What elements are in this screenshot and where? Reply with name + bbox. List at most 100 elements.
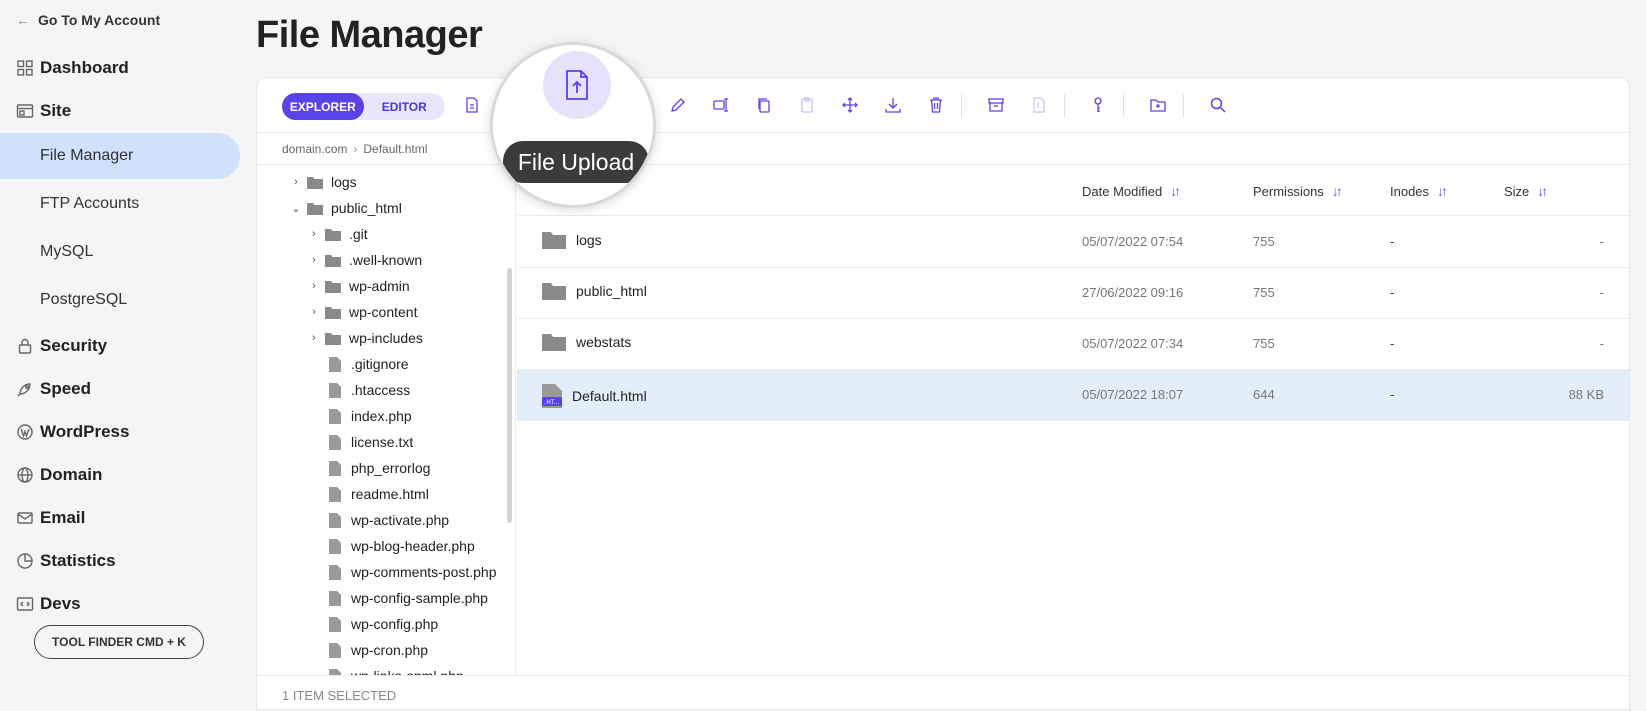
- tree-file[interactable]: index.php: [307, 404, 412, 428]
- chevron-right-icon[interactable]: ›: [307, 254, 321, 266]
- folder-icon: [321, 228, 349, 241]
- tree-folder[interactable]: › wp-content: [307, 300, 417, 324]
- nav-dashboard[interactable]: Dashboard: [16, 58, 129, 78]
- sidebar-item-postgresql[interactable]: PostgreSQL: [0, 277, 240, 323]
- nav-security[interactable]: Security: [16, 336, 107, 356]
- chevron-right-icon[interactable]: ›: [289, 176, 303, 188]
- chevron-right-icon[interactable]: ›: [307, 332, 321, 344]
- column-label: Size: [1504, 183, 1530, 199]
- tree-folder[interactable]: ⌄ public_html: [289, 196, 401, 220]
- tool-finder-button[interactable]: TOOL FINDER CMD + K: [34, 625, 204, 659]
- chevron-right-icon[interactable]: ›: [307, 280, 321, 292]
- chevron-down-icon[interactable]: ⌄: [289, 202, 303, 215]
- extract-icon[interactable]: [1028, 94, 1050, 116]
- file-name: public_html: [576, 283, 647, 299]
- tree-file[interactable]: .gitignore: [307, 352, 409, 376]
- sort-icon: ↓↑: [1437, 183, 1448, 199]
- tab-explorer[interactable]: EXPLORER: [282, 93, 364, 120]
- nav-statistics[interactable]: Statistics: [16, 551, 116, 571]
- folder-icon: [321, 280, 349, 293]
- nav-email[interactable]: Email: [16, 508, 85, 528]
- file-icon: [321, 434, 351, 450]
- modified-cell: 05/07/2022 18:07: [1082, 387, 1184, 402]
- tree-item-label: .gitignore: [351, 356, 409, 372]
- sidebar-item-file-manager[interactable]: File Manager: [0, 133, 240, 179]
- sidebar-item-ftp-accounts[interactable]: FTP Accounts: [0, 181, 240, 227]
- table-row[interactable]: webstats 05/07/2022 07:34 755 - -: [517, 319, 1629, 370]
- tree-file[interactable]: readme.html: [307, 482, 429, 506]
- pie-chart-icon: [17, 553, 33, 569]
- edit-icon[interactable]: [667, 94, 689, 116]
- chevron-right-icon[interactable]: ›: [307, 306, 321, 318]
- sidebar-item-label: PostgreSQL: [40, 291, 128, 308]
- nav-domain[interactable]: Domain: [16, 465, 102, 485]
- delete-icon[interactable]: [925, 94, 947, 116]
- breadcrumb-item[interactable]: domain.com: [282, 142, 347, 156]
- tree-file[interactable]: php_errorlog: [307, 456, 430, 480]
- nav-site[interactable]: Site: [16, 101, 71, 121]
- mail-icon: [17, 512, 33, 524]
- search-icon[interactable]: [1207, 94, 1229, 116]
- tree-folder[interactable]: › wp-includes: [307, 326, 423, 350]
- table-row[interactable]: .HT... Default.html 05/07/2022 18:07 644 - 88…: [517, 370, 1629, 421]
- column-permissions[interactable]: Permissions ↓↑: [1253, 183, 1343, 199]
- tree-file[interactable]: wp-config.php: [307, 612, 438, 636]
- file-icon: [321, 382, 351, 398]
- tree-file[interactable]: wp-activate.php: [307, 508, 449, 532]
- paste-icon[interactable]: [796, 94, 818, 116]
- column-label: Inodes: [1390, 183, 1430, 199]
- tree-file[interactable]: .htaccess: [307, 378, 410, 402]
- tree-file[interactable]: wp-links-opml.php: [307, 664, 464, 675]
- breadcrumb-item[interactable]: Default.html: [363, 142, 427, 156]
- chevron-right-icon[interactable]: ›: [307, 228, 321, 240]
- column-inodes[interactable]: Inodes ↓↑: [1390, 183, 1448, 199]
- go-to-account-link[interactable]: ← Go To My Account: [16, 12, 160, 28]
- nav-speed[interactable]: Speed: [16, 379, 91, 399]
- rename-icon[interactable]: [710, 94, 732, 116]
- tree-file[interactable]: wp-cron.php: [307, 638, 428, 662]
- archive-icon[interactable]: [985, 94, 1007, 116]
- modified-cell: 05/07/2022 07:34: [1082, 336, 1184, 351]
- toolbar-divider: [1183, 94, 1184, 118]
- tab-editor[interactable]: EDITOR: [364, 93, 446, 120]
- tree-item-label: wp-content: [349, 304, 418, 320]
- copy-icon[interactable]: [753, 94, 775, 116]
- nav-email-label: Email: [40, 508, 86, 527]
- globe-icon: [17, 467, 33, 483]
- tree-file[interactable]: license.txt: [307, 430, 413, 454]
- tree-file[interactable]: wp-comments-post.php: [307, 560, 497, 584]
- file-upload-button[interactable]: [543, 51, 611, 119]
- folder-icon: [542, 232, 566, 249]
- tree-folder[interactable]: › .well-known: [307, 248, 422, 272]
- table-row[interactable]: public_html 27/06/2022 09:16 755 - -: [517, 268, 1629, 319]
- tree-file[interactable]: wp-config-sample.php: [307, 586, 488, 610]
- file-icon: [321, 408, 351, 424]
- folder-icon: [303, 176, 331, 189]
- file-name: webstats: [576, 334, 632, 350]
- folder-icon: [542, 334, 566, 351]
- wordpress-icon: [17, 424, 33, 440]
- column-size[interactable]: Size ↓↑: [1504, 183, 1548, 199]
- tree-folder[interactable]: › .git: [307, 222, 368, 246]
- tree-folder[interactable]: › logs: [289, 170, 357, 194]
- sidebar-item-mysql[interactable]: MySQL: [0, 229, 240, 275]
- table-row[interactable]: logs 05/07/2022 07:54 755 - -: [517, 217, 1629, 268]
- new-file-icon[interactable]: [461, 94, 483, 116]
- folder-icon: [321, 306, 349, 319]
- tree-file[interactable]: wp-blog-header.php: [307, 534, 475, 558]
- sort-icon: ↓↑: [1537, 183, 1548, 199]
- column-date-modified[interactable]: Date Modified ↓↑: [1082, 183, 1181, 199]
- page-title: File Manager: [256, 14, 483, 56]
- tree-scrollbar[interactable]: [507, 268, 512, 523]
- nav-domain-label: Domain: [40, 465, 103, 484]
- download-icon[interactable]: [882, 94, 904, 116]
- new-folder-icon[interactable]: [1147, 94, 1169, 116]
- permissions-cell: 755: [1253, 336, 1275, 351]
- nav-wordpress[interactable]: WordPress: [16, 422, 129, 442]
- move-icon[interactable]: [839, 94, 861, 116]
- permissions-key-icon[interactable]: [1087, 94, 1109, 116]
- nav-devs[interactable]: Devs: [16, 594, 81, 614]
- inodes-cell: -: [1390, 387, 1395, 402]
- tree-folder[interactable]: › wp-admin: [307, 274, 410, 298]
- go-to-account-label: Go To My Account: [38, 12, 161, 28]
